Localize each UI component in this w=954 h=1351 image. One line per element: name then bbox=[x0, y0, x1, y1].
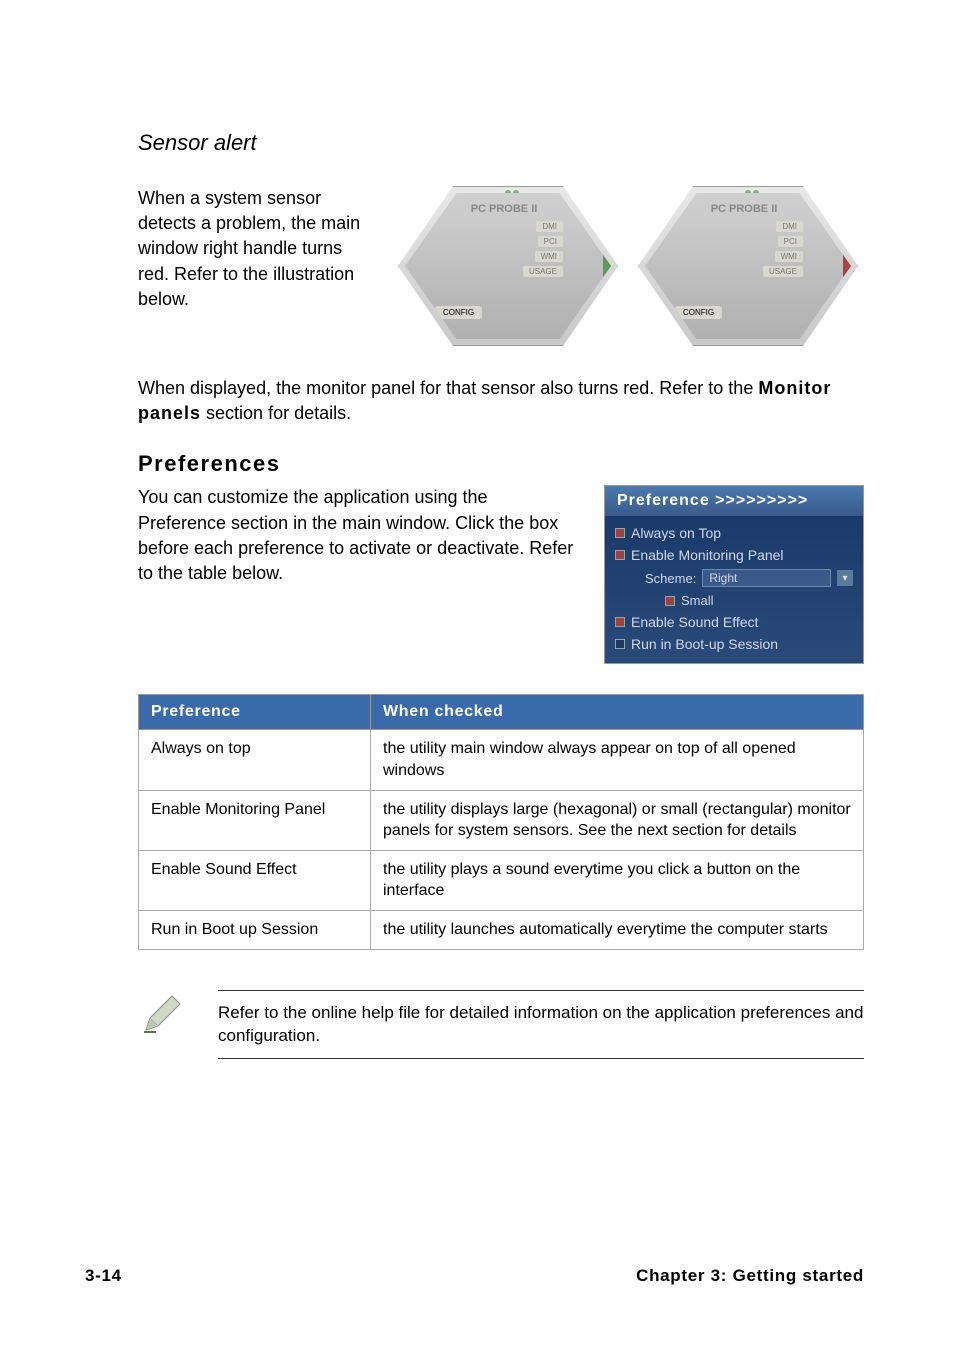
sensor-alert-title: Sensor alert bbox=[90, 130, 864, 156]
p2-suffix: section for details. bbox=[201, 403, 351, 423]
scheme-label: Scheme: bbox=[645, 571, 696, 586]
pref-item-boot[interactable]: Run in Boot-up Session bbox=[615, 633, 853, 655]
p2-prefix: When displayed, the monitor panel for th… bbox=[138, 378, 758, 398]
pref-item-sound[interactable]: Enable Sound Effect bbox=[615, 611, 853, 633]
checkbox-icon bbox=[615, 528, 625, 538]
hex-label: DMI bbox=[536, 221, 563, 232]
table-row: Run in Boot up Session the utility launc… bbox=[139, 910, 864, 949]
hex-label: WMI bbox=[775, 251, 803, 262]
hexagon-alert: PC PROBE II DMI PCI WMI USAGE CONFIG bbox=[638, 186, 858, 346]
table-header-preference: Preference bbox=[139, 695, 371, 730]
dropdown-arrow-icon[interactable]: ▾ bbox=[837, 570, 853, 586]
checkbox-icon bbox=[615, 617, 625, 627]
pencil-note-icon bbox=[138, 990, 188, 1043]
table-cell-pref: Run in Boot up Session bbox=[139, 910, 371, 949]
hexagon-title: PC PROBE II bbox=[711, 203, 778, 215]
hex-bottom-label: CONFIG bbox=[435, 306, 482, 319]
preferences-heading: Preferences bbox=[90, 451, 864, 477]
preferences-row: You can customize the application using … bbox=[90, 485, 864, 664]
hex-label: PCI bbox=[778, 236, 803, 247]
hex-label: PCI bbox=[538, 236, 563, 247]
sensor-alert-row: When a system sensor detects a problem, … bbox=[90, 186, 864, 346]
pref-item-enable-monitoring[interactable]: Enable Monitoring Panel bbox=[615, 544, 853, 566]
preference-panel-header: Preference >>>>>>>>> bbox=[605, 486, 863, 516]
pref-item-always-on-top[interactable]: Always on Top bbox=[615, 522, 853, 544]
hexagon-illustrations: PC PROBE II DMI PCI WMI USAGE CONFIG PC … bbox=[398, 186, 858, 346]
table-cell-desc: the utility plays a sound everytime you … bbox=[371, 850, 864, 910]
pref-item-label: Small bbox=[681, 593, 714, 608]
checkbox-icon bbox=[665, 596, 675, 606]
hex-label: WMI bbox=[535, 251, 563, 262]
table-cell-desc: the utility main window always appear on… bbox=[371, 730, 864, 790]
pref-item-label: Enable Sound Effect bbox=[631, 614, 758, 630]
sensor-alert-paragraph2: When displayed, the monitor panel for th… bbox=[90, 376, 864, 426]
hex-bottom-label: CONFIG bbox=[675, 306, 722, 319]
pref-item-label: Always on Top bbox=[631, 525, 721, 541]
scheme-input[interactable]: Right bbox=[702, 569, 831, 587]
checkbox-icon bbox=[615, 639, 625, 649]
sensor-alert-paragraph1: When a system sensor detects a problem, … bbox=[138, 186, 368, 346]
pref-item-label: Enable Monitoring Panel bbox=[631, 547, 784, 563]
note-text: Refer to the online help file for detail… bbox=[218, 990, 864, 1060]
pref-item-label: Run in Boot-up Session bbox=[631, 636, 778, 652]
hex-label: USAGE bbox=[523, 266, 563, 277]
hexagon-title: PC PROBE II bbox=[471, 203, 538, 215]
pref-item-small[interactable]: Small bbox=[615, 590, 853, 611]
note-row: Refer to the online help file for detail… bbox=[90, 990, 864, 1060]
table-row: Enable Monitoring Panel the utility disp… bbox=[139, 790, 864, 850]
table-header-when-checked: When checked bbox=[371, 695, 864, 730]
checkbox-icon bbox=[615, 550, 625, 560]
table-row: Enable Sound Effect the utility plays a … bbox=[139, 850, 864, 910]
preference-panel: Preference >>>>>>>>> Always on Top Enabl… bbox=[604, 485, 864, 664]
table-cell-pref: Always on top bbox=[139, 730, 371, 790]
preferences-intro: You can customize the application using … bbox=[138, 485, 574, 664]
table-row: Always on top the utility main window al… bbox=[139, 730, 864, 790]
pref-item-scheme[interactable]: Scheme: Right ▾ bbox=[615, 566, 853, 590]
table-cell-pref: Enable Sound Effect bbox=[139, 850, 371, 910]
preference-table: Preference When checked Always on top th… bbox=[138, 694, 864, 949]
table-cell-desc: the utility launches automatically every… bbox=[371, 910, 864, 949]
table-cell-pref: Enable Monitoring Panel bbox=[139, 790, 371, 850]
chapter-title: Chapter 3: Getting started bbox=[636, 1266, 864, 1286]
table-cell-desc: the utility displays large (hexagonal) o… bbox=[371, 790, 864, 850]
hex-label: DMI bbox=[776, 221, 803, 232]
page-number: 3-14 bbox=[85, 1266, 122, 1286]
preference-panel-body: Always on Top Enable Monitoring Panel Sc… bbox=[605, 516, 863, 663]
page-footer: 3-14 Chapter 3: Getting started bbox=[85, 1266, 864, 1286]
hex-label: USAGE bbox=[763, 266, 803, 277]
hexagon-normal: PC PROBE II DMI PCI WMI USAGE CONFIG bbox=[398, 186, 618, 346]
